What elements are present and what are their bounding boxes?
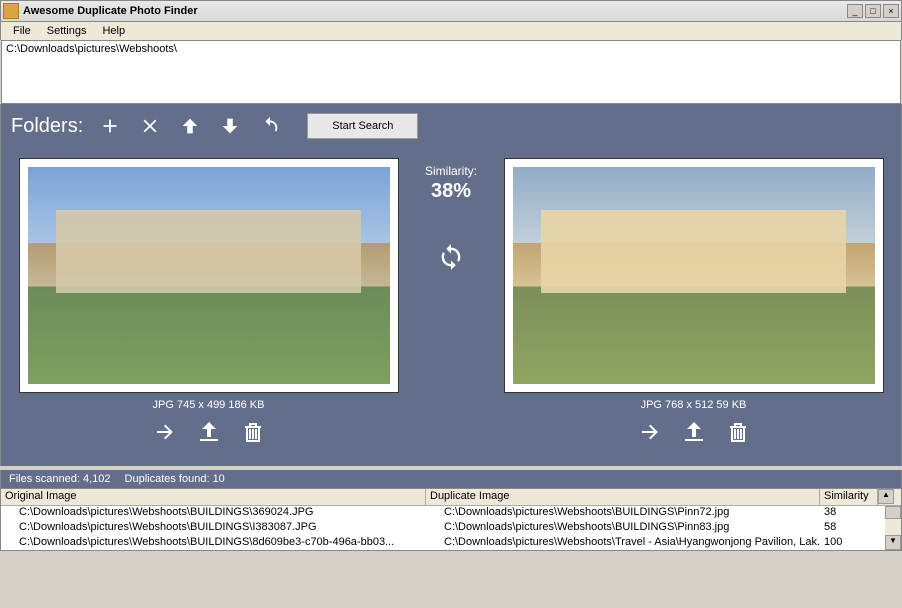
right-open-icon[interactable] xyxy=(637,419,663,445)
menu-help[interactable]: Help xyxy=(94,25,133,37)
minimize-button[interactable]: _ xyxy=(847,4,863,18)
files-scanned-label: Files scanned: 4,102 xyxy=(9,473,111,485)
table-row[interactable]: C:\Downloads\pictures\Webshoots\BUILDING… xyxy=(1,536,901,550)
cell-similarity: 38 xyxy=(820,506,878,521)
folder-path-item[interactable]: C:\Downloads\pictures\Webshoots\ xyxy=(6,43,896,55)
left-image-info: JPG 745 x 499 186 KB xyxy=(153,399,265,411)
cell-original: C:\Downloads\pictures\Webshoots\BUILDING… xyxy=(1,506,426,521)
menu-file[interactable]: File xyxy=(5,25,39,37)
cell-original: C:\Downloads\pictures\Webshoots\BUILDING… xyxy=(1,521,426,536)
col-duplicate[interactable]: Duplicate Image xyxy=(426,489,820,505)
grid-body: C:\Downloads\pictures\Webshoots\BUILDING… xyxy=(1,506,901,550)
start-search-button[interactable]: Start Search xyxy=(307,113,418,139)
duplicates-found-label: Duplicates found: 10 xyxy=(125,473,225,485)
move-up-icon[interactable] xyxy=(179,115,201,137)
right-delete-icon[interactable] xyxy=(725,419,751,445)
table-row[interactable]: C:\Downloads\pictures\Webshoots\BUILDING… xyxy=(1,521,901,536)
cell-duplicate: C:\Downloads\pictures\Webshoots\Travel -… xyxy=(426,536,820,550)
menubar: File Settings Help xyxy=(0,22,902,40)
add-folder-icon[interactable] xyxy=(99,115,121,137)
cell-duplicate: C:\Downloads\pictures\Webshoots\BUILDING… xyxy=(426,521,820,536)
remove-folder-icon[interactable] xyxy=(139,115,161,137)
right-image-info: JPG 768 x 512 59 KB xyxy=(641,399,747,411)
left-open-icon[interactable] xyxy=(152,419,178,445)
left-delete-icon[interactable] xyxy=(240,419,266,445)
cell-similarity: 100 xyxy=(820,536,878,550)
app-icon xyxy=(3,3,19,19)
menu-settings[interactable]: Settings xyxy=(39,25,95,37)
titlebar[interactable]: Awesome Duplicate Photo Finder _ □ × xyxy=(0,0,902,22)
similarity-panel: Similarity: 38% xyxy=(416,158,486,456)
move-down-icon[interactable] xyxy=(219,115,241,137)
window-title: Awesome Duplicate Photo Finder xyxy=(23,5,847,17)
cell-duplicate: C:\Downloads\pictures\Webshoots\BUILDING… xyxy=(426,506,820,521)
folders-label: Folders: xyxy=(11,115,83,138)
scroll-down-icon[interactable]: ▼ xyxy=(885,535,901,550)
left-preview-pane: JPG 745 x 499 186 KB xyxy=(9,158,408,456)
preview-area: JPG 745 x 499 186 KB Similarity: 38% JPG… xyxy=(0,148,902,466)
statusbar: Files scanned: 4,102 Duplicates found: 1… xyxy=(0,470,902,488)
maximize-button[interactable]: □ xyxy=(865,4,881,18)
results-grid[interactable]: Original Image Duplicate Image Similarit… xyxy=(0,488,902,551)
table-row[interactable]: C:\Downloads\pictures\Webshoots\BUILDING… xyxy=(1,506,901,521)
close-button[interactable]: × xyxy=(883,4,899,18)
right-preview-pane: JPG 768 x 512 59 KB xyxy=(494,158,893,456)
swap-icon[interactable] xyxy=(437,243,465,274)
left-image-frame[interactable] xyxy=(19,158,399,393)
scroll-thumb[interactable] xyxy=(885,506,901,519)
col-similarity[interactable]: Similarity xyxy=(820,489,878,505)
right-move-icon[interactable] xyxy=(681,419,707,445)
cell-similarity: 58 xyxy=(820,521,878,536)
folder-path-list[interactable]: C:\Downloads\pictures\Webshoots\ xyxy=(1,40,901,104)
grid-header: Original Image Duplicate Image Similarit… xyxy=(1,489,901,506)
folders-toolbar: Folders: Start Search xyxy=(0,104,902,148)
left-image xyxy=(28,167,390,384)
scrollbar[interactable]: ▼ xyxy=(885,506,901,550)
col-original[interactable]: Original Image xyxy=(1,489,426,505)
right-image-frame[interactable] xyxy=(504,158,884,393)
scroll-up-icon[interactable]: ▲ xyxy=(878,489,894,504)
cell-original: C:\Downloads\pictures\Webshoots\BUILDING… xyxy=(1,536,426,550)
right-image xyxy=(513,167,875,384)
similarity-value: 38% xyxy=(431,180,471,203)
similarity-label: Similarity: xyxy=(425,164,477,178)
refresh-icon[interactable] xyxy=(259,115,281,137)
left-move-icon[interactable] xyxy=(196,419,222,445)
